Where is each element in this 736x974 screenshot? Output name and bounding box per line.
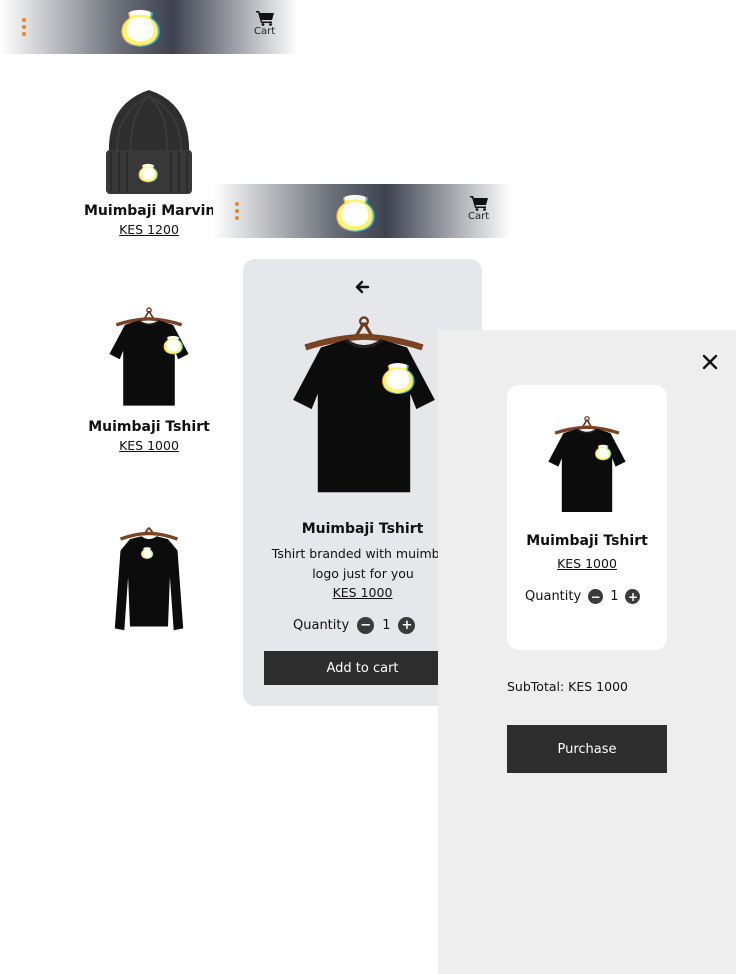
cart-button[interactable]: Cart (254, 10, 275, 37)
cart-item-name: Muimbaji Tshirt (526, 533, 648, 549)
cart-icon (255, 10, 275, 26)
beanie-image[interactable] (99, 84, 199, 199)
top-navbar: Cart (0, 0, 298, 54)
add-to-cart-button[interactable]: Add to cart (264, 651, 461, 685)
brand-logo-icon[interactable] (118, 6, 162, 50)
back-arrow-icon[interactable] (354, 279, 370, 295)
decrease-quantity-button[interactable]: − (588, 589, 604, 604)
product-price-link[interactable]: KES 1000 (84, 438, 214, 453)
quantity-label: Quantity (293, 618, 350, 633)
brand-logo-icon[interactable] (333, 191, 377, 235)
cart-label: Cart (254, 26, 276, 37)
product-price-link[interactable]: KES 1200 (84, 222, 214, 237)
product-name: Muimbaji Tshirt (88, 419, 210, 435)
detail-product-description: Tshirt branded with muimbaji logo just f… (271, 546, 455, 581)
product-card[interactable] (84, 520, 214, 638)
decrease-quantity-button[interactable]: − (357, 617, 375, 634)
quantity-label: Quantity (525, 589, 582, 604)
cart-icon (469, 195, 489, 211)
cart-drawer: Muimbaji Tshirt KES 1000 Quantity − 1 + … (438, 330, 736, 974)
tshirt-image[interactable] (106, 300, 192, 415)
cart-quantity-stepper: Quantity − 1 + (525, 589, 641, 604)
menu-kebab-icon[interactable] (235, 202, 239, 220)
cart-item-image (545, 409, 629, 521)
top-navbar-secondary: Cart (213, 184, 511, 238)
increase-quantity-button[interactable]: + (625, 589, 641, 604)
cart-label: Cart (468, 211, 490, 222)
cart-button[interactable]: Cart (468, 195, 489, 222)
product-detail-image (287, 301, 441, 511)
purchase-button[interactable]: Purchase (507, 725, 667, 773)
close-icon[interactable] (702, 354, 718, 370)
product-card[interactable]: Muimbaji Marvin KES 1200 (84, 84, 216, 237)
product-card[interactable]: Muimbaji Tshirt KES 1000 (84, 300, 214, 453)
product-name: Muimbaji Marvin (84, 203, 216, 219)
quantity-stepper: Quantity − 1 + (293, 617, 416, 634)
increase-quantity-button[interactable]: + (398, 617, 416, 634)
cart-item-card: Muimbaji Tshirt KES 1000 Quantity − 1 + (507, 385, 667, 650)
menu-kebab-icon[interactable] (22, 18, 26, 36)
quantity-value: 1 (382, 618, 391, 633)
cart-item-price[interactable]: KES 1000 (507, 556, 667, 571)
quantity-value: 1 (610, 589, 619, 604)
longsleeve-image[interactable] (111, 520, 187, 638)
cart-subtotal: SubTotal: KES 1000 (507, 679, 628, 694)
